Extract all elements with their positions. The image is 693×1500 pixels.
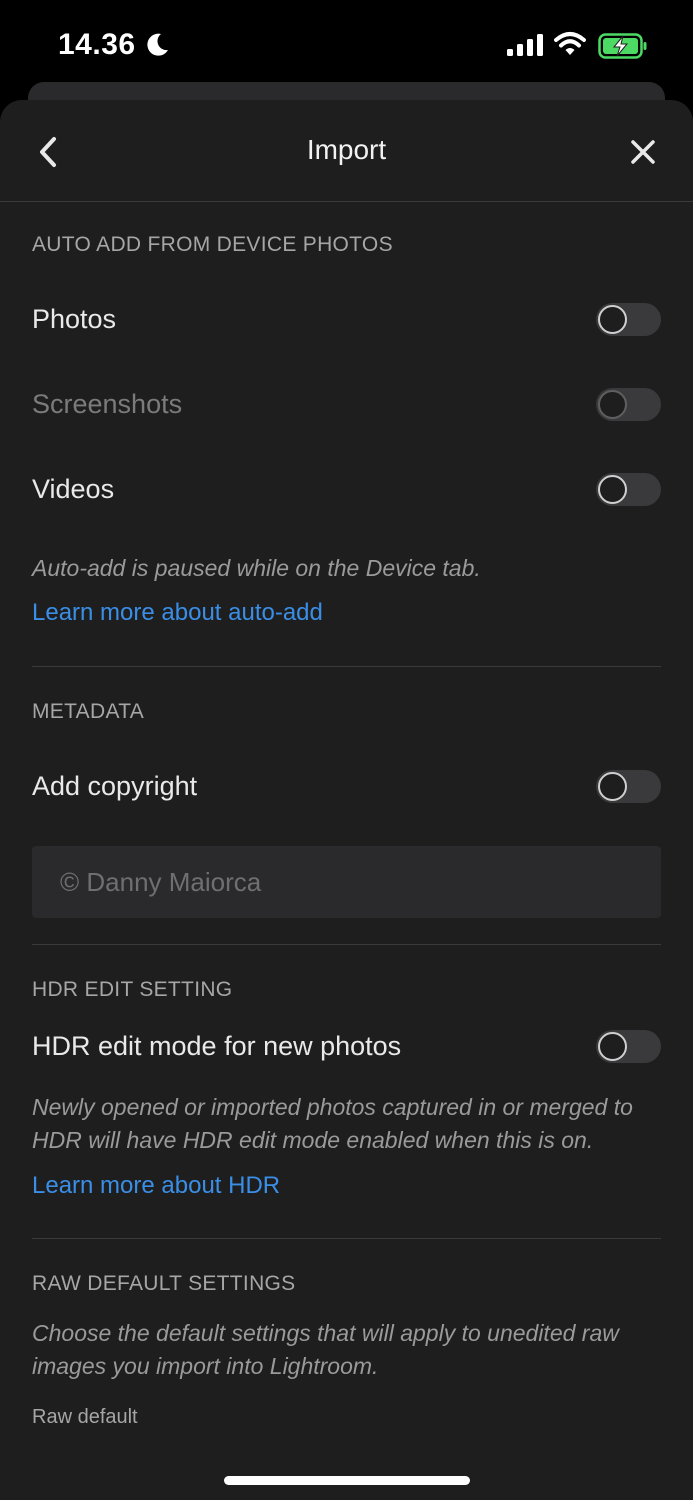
divider — [32, 1238, 661, 1239]
toggle-knob — [598, 390, 627, 419]
close-icon — [631, 140, 655, 164]
row-label-hdr-edit-mode: HDR edit mode for new photos — [32, 1031, 402, 1061]
close-button[interactable] — [621, 130, 665, 174]
divider — [32, 666, 661, 667]
toggle-knob — [598, 772, 627, 801]
section-label-hdr: HDR EDIT SETTING — [32, 978, 233, 1001]
section-label-metadata: METADATA — [32, 700, 145, 723]
photos-toggle[interactable] — [596, 303, 661, 336]
screenshots-toggle[interactable] — [596, 388, 661, 421]
divider — [32, 944, 661, 945]
hdr-edit-mode-toggle[interactable] — [596, 1030, 661, 1063]
battery-charging-icon — [598, 33, 647, 59]
status-time: 14.36 — [58, 28, 136, 61]
section-label-raw: RAW DEFAULT SETTINGS — [32, 1272, 296, 1295]
wifi-icon — [554, 32, 586, 55]
auto-add-note: Auto-add is paused while on the Device t… — [32, 555, 481, 581]
raw-default-label[interactable]: Raw default — [32, 1406, 138, 1429]
home-indicator — [224, 1476, 470, 1485]
status-bar: 14.36 — [0, 0, 693, 90]
signal-icon — [507, 34, 543, 56]
row-label-videos: Videos — [32, 474, 115, 504]
import-sheet: Import AUTO ADD FROM DEVICE PHOTOS Photo… — [0, 100, 693, 1500]
row-label-photos: Photos — [32, 304, 117, 334]
moon-icon — [147, 33, 168, 56]
row-label-screenshots: Screenshots — [32, 389, 183, 419]
row-label-add-copyright: Add copyright — [32, 771, 198, 801]
toggle-knob — [598, 1032, 627, 1061]
raw-note: Choose the default settings that will ap… — [32, 1320, 619, 1379]
toggle-knob — [598, 475, 627, 504]
learn-more-auto-add-link[interactable]: Learn more about auto-add — [32, 599, 323, 627]
learn-more-hdr-link[interactable]: Learn more about HDR — [32, 1172, 280, 1200]
hdr-note: Newly opened or imported photos captured… — [32, 1094, 633, 1153]
page-title: Import — [306, 134, 387, 165]
add-copyright-toggle[interactable] — [596, 770, 661, 803]
toggle-knob — [598, 305, 627, 334]
videos-toggle[interactable] — [596, 473, 661, 506]
section-label-auto-add: AUTO ADD FROM DEVICE PHOTOS — [32, 233, 393, 256]
sheet-header: Import — [0, 100, 693, 202]
copyright-field[interactable]: © Danny Maiorca — [32, 846, 661, 918]
